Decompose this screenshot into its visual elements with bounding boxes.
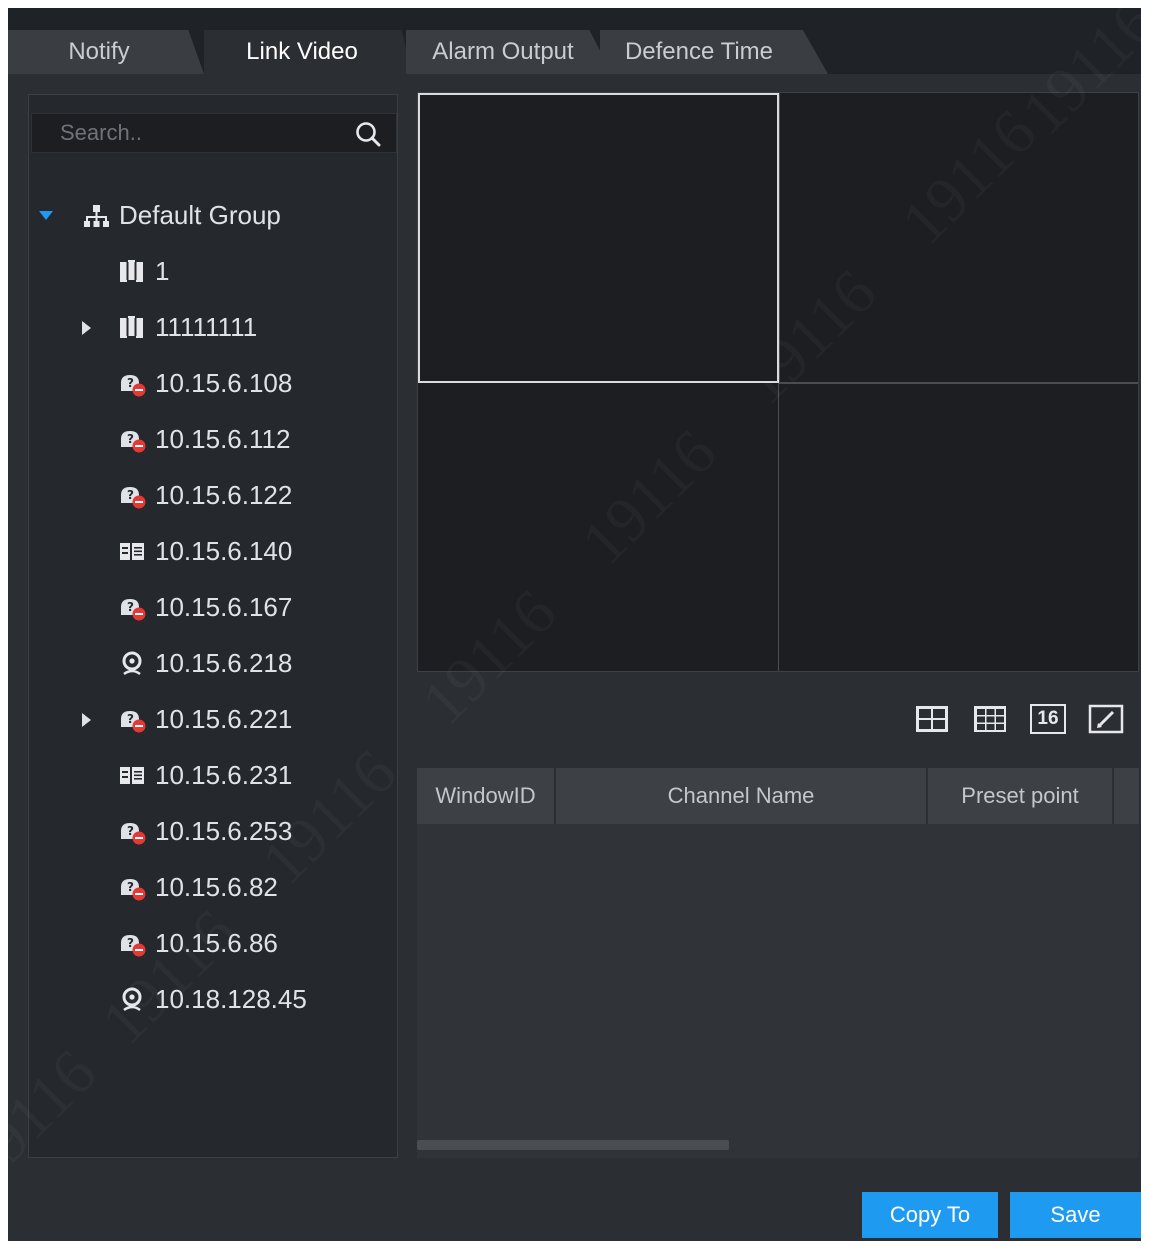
tree-item[interactable]: 10.15.6.218: [29, 635, 397, 691]
caret-down-icon[interactable]: [39, 209, 53, 223]
layout-9-icon[interactable]: [972, 704, 1008, 734]
offline-device-icon: ?: [121, 487, 146, 509]
tree-item[interactable]: ? 10.15.6.86: [29, 915, 397, 971]
tree-item[interactable]: 11111111: [29, 299, 397, 355]
tree-item-label: 10.15.6.86: [155, 928, 278, 958]
offline-device-icon: ?: [121, 599, 146, 621]
tree-item[interactable]: ? 10.15.6.253: [29, 803, 397, 859]
nvr-icon: [120, 767, 144, 784]
tree-item-label: 10.15.6.122: [155, 480, 293, 510]
caret-right-icon[interactable]: [79, 321, 93, 335]
caret-right-icon[interactable]: [79, 713, 93, 727]
tree-item-label: 10.15.6.253: [155, 816, 293, 846]
search-input[interactable]: [32, 114, 352, 152]
copy-to-button[interactable]: Copy To: [862, 1192, 998, 1238]
tree-item[interactable]: ? 10.15.6.221: [29, 691, 397, 747]
device-tree-panel: Default Group 111111111?10.15.6.108?10.1…: [28, 94, 398, 1158]
camera-icon: [122, 651, 142, 676]
tab-defence-time-label: Defence Time: [624, 38, 774, 65]
tab-notify-label: Notify: [68, 38, 130, 65]
group-icon: [84, 205, 109, 227]
tree-item[interactable]: ? 10.15.6.82: [29, 859, 397, 915]
tree-item[interactable]: ? 10.15.6.122: [29, 467, 397, 523]
offline-device-icon: ?: [121, 935, 146, 957]
tab-link-video-label: Link Video: [246, 38, 358, 65]
tree-item-label: 10.15.6.221: [155, 704, 293, 734]
table-header: WindowID Channel Name Preset point: [417, 768, 1139, 824]
tab-notify[interactable]: Notify: [8, 30, 204, 74]
search-box: [31, 113, 397, 153]
video-preview-grid: [417, 92, 1139, 672]
tree-item[interactable]: 1: [29, 243, 397, 299]
column-header-channel-name[interactable]: Channel Name: [556, 768, 928, 824]
horizontal-scrollbar[interactable]: [417, 1140, 729, 1150]
tree-item-label: 1: [155, 256, 170, 286]
column-header-preset-point[interactable]: Preset point: [928, 768, 1114, 824]
save-button[interactable]: Save: [1010, 1192, 1141, 1238]
tree-item-label: 10.15.6.82: [155, 872, 278, 902]
layout-4-icon[interactable]: [914, 704, 950, 734]
tree-group-label: Default Group: [119, 200, 281, 230]
tree-item-label: 10.15.6.108: [155, 368, 293, 398]
column-header-windowid[interactable]: WindowID: [417, 768, 556, 824]
tree-item[interactable]: ? 10.15.6.167: [29, 579, 397, 635]
map-icon: [120, 260, 143, 282]
video-window-4[interactable]: [779, 383, 1138, 671]
offline-device-icon: ?: [121, 823, 146, 845]
alarm-link-config-panel: Notify Link Video Alarm Output Defence T…: [8, 8, 1141, 1241]
layout-16-label: 16: [1037, 708, 1059, 729]
link-video-table: WindowID Channel Name Preset point: [417, 768, 1139, 1158]
tree-item-label: 10.15.6.112: [155, 424, 291, 454]
tab-alarm-output[interactable]: Alarm Output: [406, 30, 612, 74]
nvr-icon: [120, 543, 144, 560]
video-window-2[interactable]: [779, 93, 1138, 383]
tree-item[interactable]: ? 10.15.6.112: [29, 411, 397, 467]
tree-item-label: 11111111: [155, 312, 258, 342]
tree-item-label: 10.18.128.45: [155, 984, 307, 1014]
offline-device-icon: ?: [121, 431, 146, 453]
layout-16-icon[interactable]: 16: [1030, 704, 1066, 734]
video-window-3[interactable]: [418, 383, 779, 671]
tab-bar: Notify Link Video Alarm Output Defence T…: [8, 8, 1141, 74]
tree-item[interactable]: ? 10.15.6.108: [29, 355, 397, 411]
offline-device-icon: ?: [121, 375, 146, 397]
tree-item[interactable]: 10.18.128.45: [29, 971, 397, 1027]
offline-device-icon: ?: [121, 711, 146, 733]
search-icon[interactable]: [354, 120, 382, 148]
tab-alarm-output-label: Alarm Output: [432, 38, 574, 65]
offline-device-icon: ?: [121, 879, 146, 901]
tree-item[interactable]: 10.15.6.140: [29, 523, 397, 579]
edit-icon[interactable]: [1088, 704, 1124, 734]
tree-item-label: 10.15.6.218: [155, 648, 293, 678]
camera-icon: [122, 987, 142, 1012]
tree-item-label: 10.15.6.231: [155, 760, 293, 790]
tree-item-label: 10.15.6.167: [155, 592, 293, 622]
video-window-1[interactable]: [418, 93, 779, 383]
column-header-extra: [1114, 768, 1139, 824]
map-icon: [120, 316, 143, 338]
tree-item[interactable]: 10.15.6.231: [29, 747, 397, 803]
tab-link-video[interactable]: Link Video: [204, 30, 412, 74]
tab-defence-time[interactable]: Defence Time: [600, 30, 828, 74]
tree-item-label: 10.15.6.140: [155, 536, 293, 566]
tree-group-default[interactable]: Default Group: [29, 187, 397, 243]
